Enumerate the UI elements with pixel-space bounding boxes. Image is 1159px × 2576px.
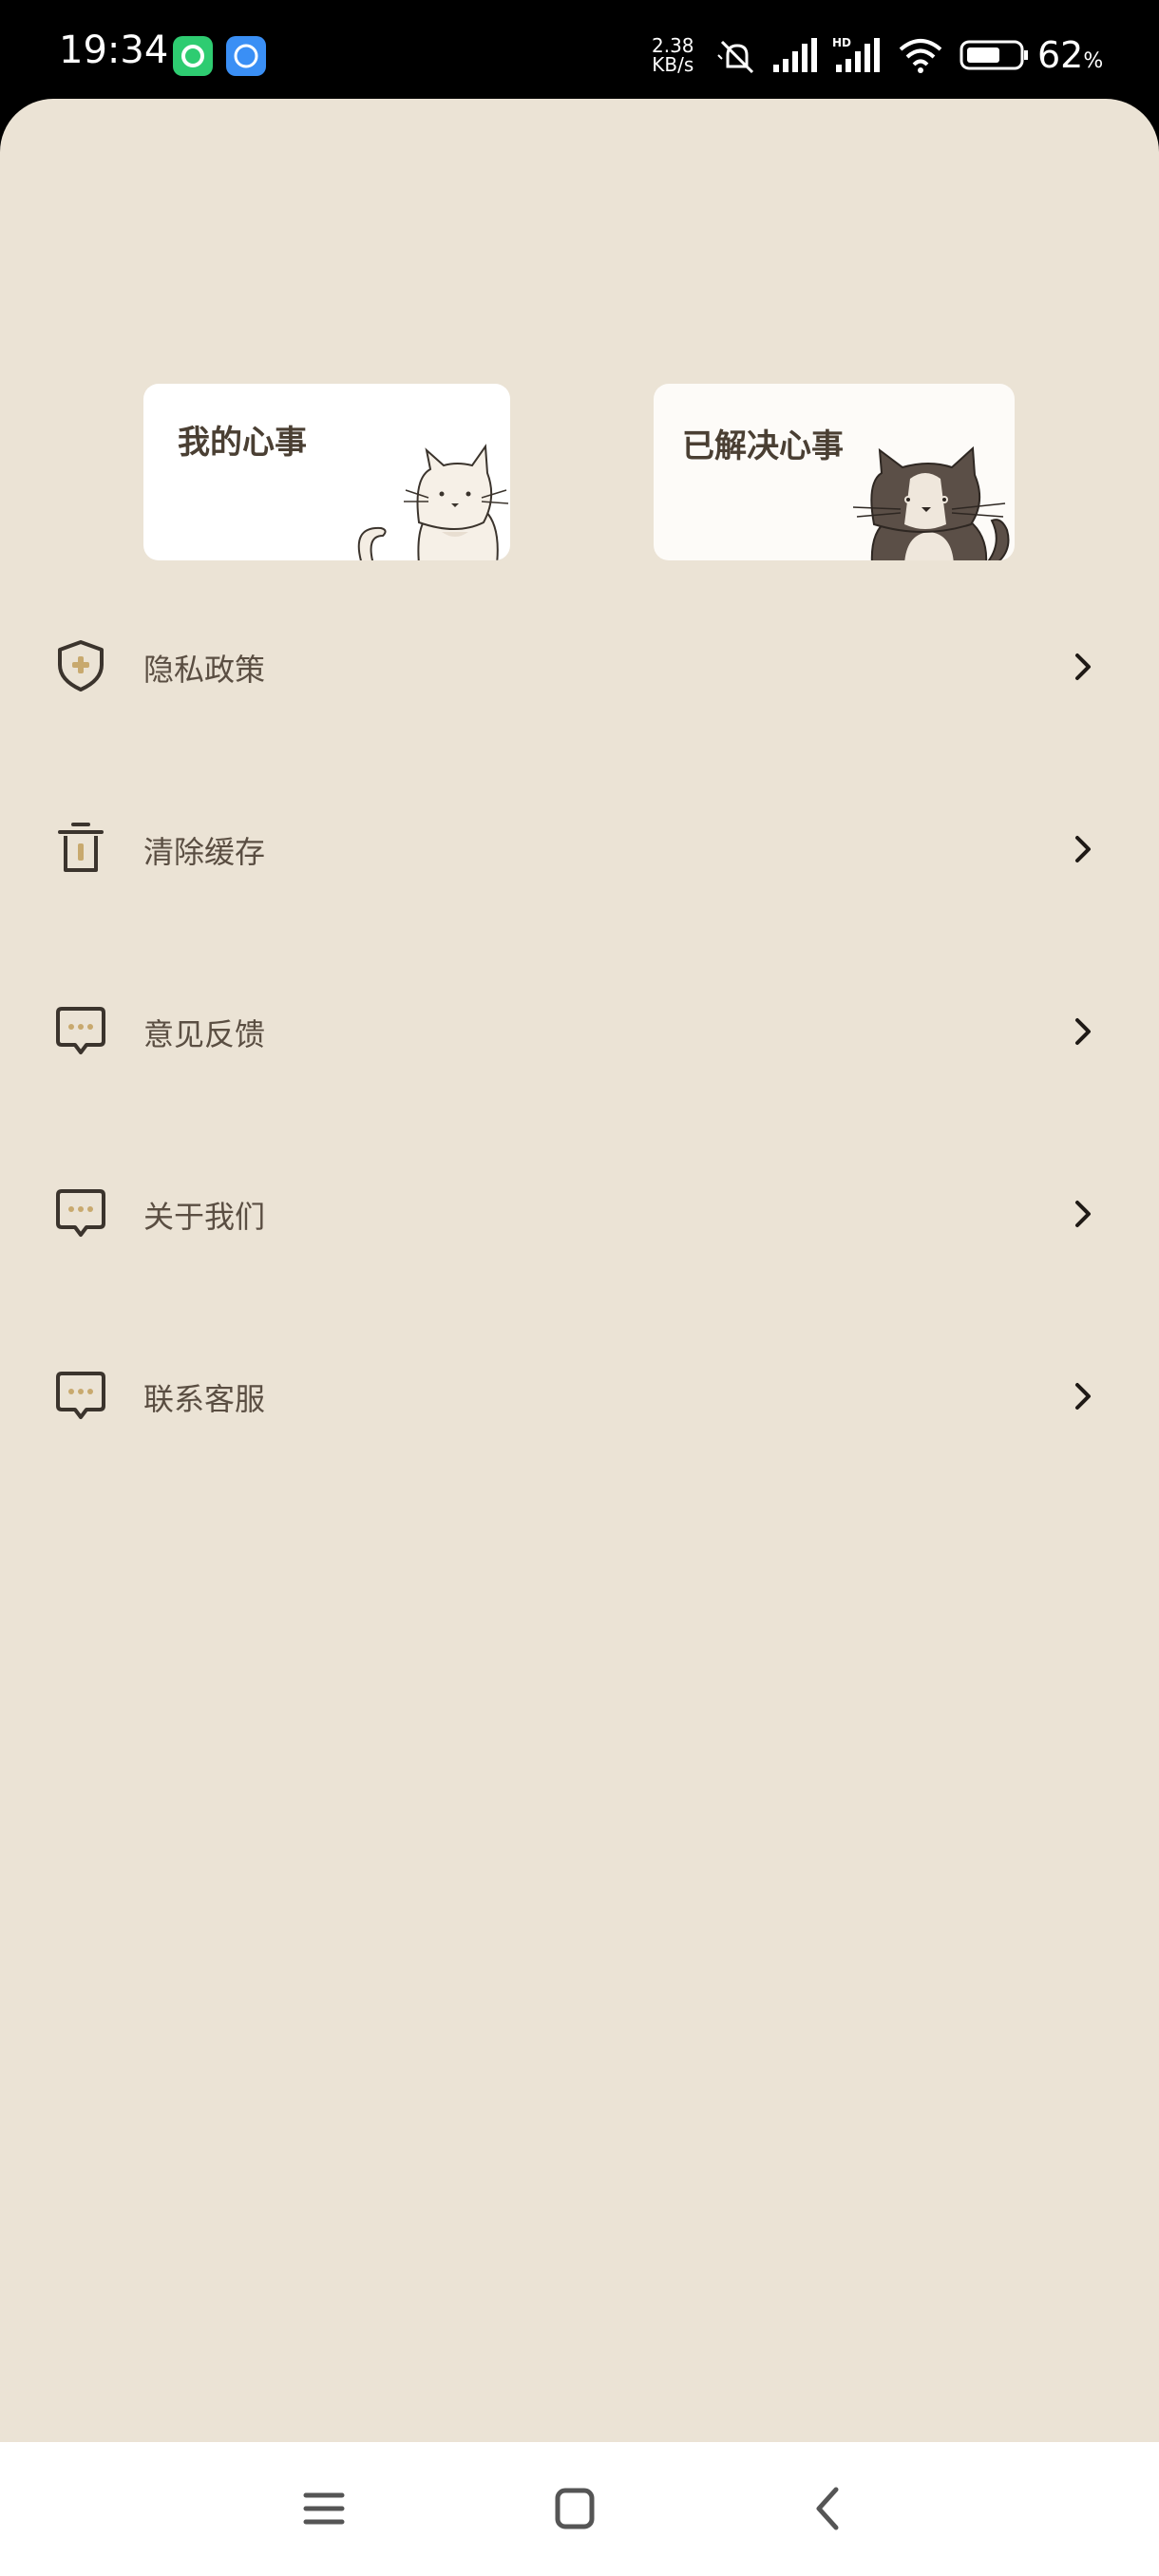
net-speed: 2.38 KB/s xyxy=(652,36,694,74)
chat-bubble-icon xyxy=(56,1372,105,1419)
menu-item-label: 关于我们 xyxy=(143,1199,266,1235)
chevron-right-icon xyxy=(1075,1018,1091,1045)
tuxedo-cat-illustration xyxy=(852,445,1010,560)
chevron-right-icon xyxy=(1075,1383,1091,1410)
signal-icon xyxy=(773,38,817,72)
menu-item-label: 联系客服 xyxy=(143,1381,266,1417)
battery-icon xyxy=(960,40,1028,70)
battery-value: 62 xyxy=(1037,34,1084,76)
status-time: 19:34 xyxy=(59,28,169,72)
hd-signal-icon: HD xyxy=(832,36,880,72)
mute-bell-icon xyxy=(717,40,754,74)
chevron-right-icon xyxy=(1075,836,1091,862)
wifi-icon xyxy=(899,39,942,73)
menu-item-clear-cache[interactable]: 清除缓存 xyxy=(0,792,1159,906)
app-green-icon xyxy=(173,36,213,76)
chevron-right-icon xyxy=(1075,653,1091,680)
menu-item-contact-support[interactable]: 联系客服 xyxy=(0,1339,1159,1453)
svg-text:HD: HD xyxy=(832,36,851,49)
net-speed-unit: KB/s xyxy=(652,53,694,76)
net-speed-value: 2.38 xyxy=(652,34,694,57)
menu-icon[interactable] xyxy=(300,2480,348,2537)
battery-unit: % xyxy=(1083,49,1104,73)
menu-item-privacy-policy[interactable]: 隐私政策 xyxy=(0,610,1159,724)
menu-item-label: 清除缓存 xyxy=(143,834,266,870)
battery-percent: 62% xyxy=(1037,34,1103,76)
status-bar: 19:34 2.38 KB/s HD 62% xyxy=(0,0,1159,99)
menu-item-feedback[interactable]: 意见反馈 xyxy=(0,975,1159,1089)
home-icon[interactable] xyxy=(551,2480,598,2537)
resolved-thoughts-card[interactable]: 已解决心事 xyxy=(654,384,1015,560)
system-nav-bar xyxy=(0,2442,1159,2576)
my-thoughts-card-title: 我的心事 xyxy=(178,424,307,462)
chat-bubble-icon xyxy=(56,1007,105,1054)
menu-item-label: 意见反馈 xyxy=(143,1016,266,1052)
my-thoughts-card[interactable]: 我的心事 xyxy=(143,384,510,560)
white-cat-illustration xyxy=(357,444,509,560)
trash-icon xyxy=(58,823,104,872)
chevron-right-icon xyxy=(1075,1201,1091,1227)
browser-icon xyxy=(226,36,266,76)
resolved-thoughts-card-title: 已解决心事 xyxy=(682,427,844,465)
main-sheet: 我的心事 已解决心事 隐私政策 清除缓存 意见反馈 关于我们 联系客服 xyxy=(0,99,1159,2442)
chat-bubble-icon xyxy=(56,1189,105,1237)
shield-icon xyxy=(58,640,104,691)
menu-item-label: 隐私政策 xyxy=(143,652,266,688)
back-icon[interactable] xyxy=(809,2480,847,2537)
menu-item-about-us[interactable]: 关于我们 xyxy=(0,1157,1159,1271)
